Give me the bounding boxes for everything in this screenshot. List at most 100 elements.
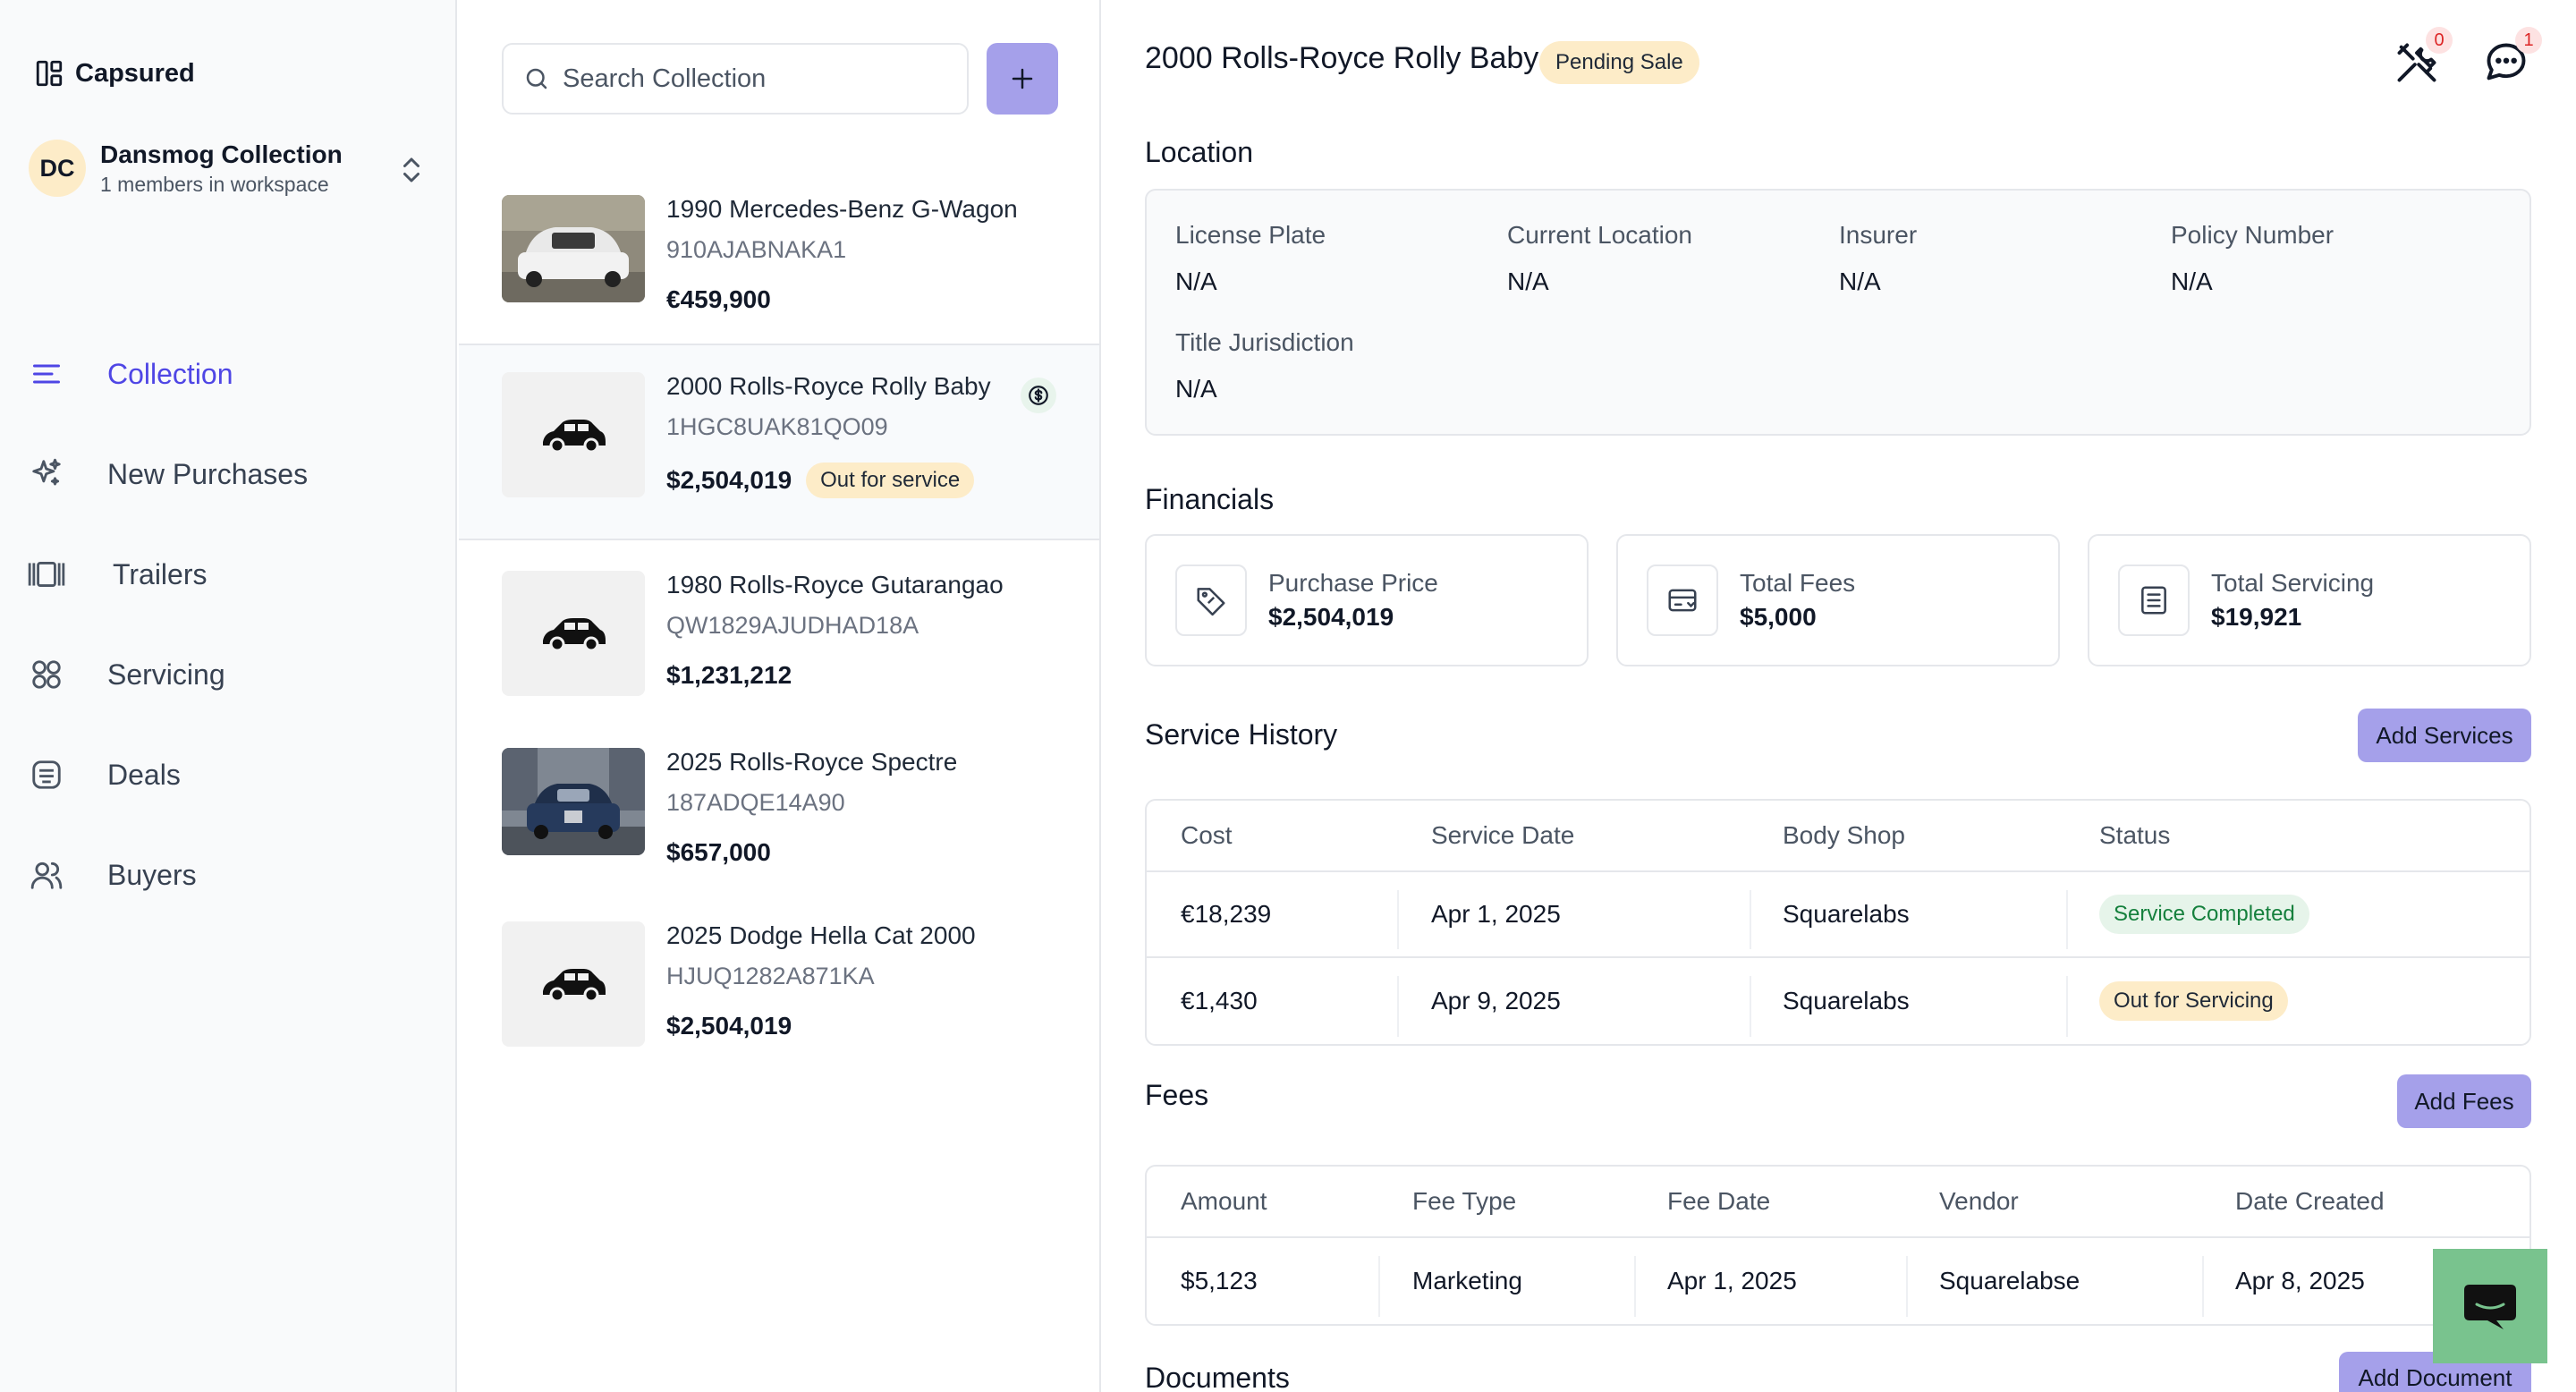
nav-label: Servicing bbox=[107, 658, 225, 691]
cost-cell: €1,430 bbox=[1181, 987, 1258, 1014]
avatar: DC bbox=[29, 140, 86, 197]
list-item-selected[interactable]: 2000 Rolls-Royce Rolly Baby 1HGC8UAK81QO… bbox=[459, 344, 1099, 540]
chevron-up-down-icon[interactable] bbox=[395, 152, 428, 188]
car-name: 1990 Mercedes-Benz G-Wagon bbox=[666, 195, 1018, 223]
plus-icon bbox=[1012, 68, 1033, 89]
cost-cell: €18,239 bbox=[1181, 900, 1272, 928]
field-value: N/A bbox=[1175, 375, 1217, 403]
document-list-icon bbox=[2118, 564, 2190, 636]
dollar-icon bbox=[1021, 378, 1056, 413]
brand[interactable]: Capsured bbox=[34, 55, 195, 91]
car-detail: 2000 Rolls-Royce Rolly Baby Pending Sale… bbox=[1103, 0, 2576, 1392]
column-header: Fee Type bbox=[1412, 1187, 1517, 1215]
add-fees-button[interactable]: Add Fees bbox=[2397, 1074, 2531, 1128]
column-divider bbox=[2066, 890, 2068, 949]
nav-item-deals[interactable]: Deals bbox=[27, 725, 429, 825]
field-value: N/A bbox=[1507, 267, 1549, 295]
fin-label: Purchase Price bbox=[1268, 569, 1438, 597]
status-badge: Service Completed bbox=[2099, 895, 2309, 934]
section-title-financials: Financials bbox=[1145, 483, 1275, 515]
chat-launcher-button[interactable] bbox=[2433, 1249, 2547, 1363]
tools-button[interactable]: 0 bbox=[2394, 27, 2453, 86]
column-header: Body Shop bbox=[1783, 821, 1905, 849]
buyers-icon bbox=[27, 855, 66, 895]
section-title-fees: Fees bbox=[1145, 1079, 1209, 1111]
brand-name: Capsured bbox=[75, 58, 195, 88]
list-item[interactable]: 2025 Rolls-Royce Spectre 187ADQE14A90 $6… bbox=[459, 730, 1099, 914]
table-header-row: Amount Fee Type Fee Date Vendor Date Cre… bbox=[1147, 1167, 2529, 1238]
column-divider bbox=[1906, 1256, 1908, 1317]
body-shop-cell: Squarelabs bbox=[1783, 987, 1910, 1014]
nav-label: New Purchases bbox=[107, 457, 309, 490]
car-placeholder-icon bbox=[502, 571, 645, 696]
purchase-price-card: Purchase Price $2,504,019 bbox=[1145, 534, 1589, 666]
field-label: License Plate bbox=[1175, 221, 1326, 249]
car-list: 1990 Mercedes-Benz G-Wagon 910AJABNAKA1 … bbox=[459, 150, 1099, 1093]
fin-value: $2,504,019 bbox=[1268, 603, 1394, 631]
column-divider bbox=[1750, 890, 1751, 949]
column-header: Vendor bbox=[1939, 1187, 2019, 1215]
current-location-field: Current Location N/A bbox=[1507, 221, 1692, 296]
service-date-cell: Apr 1, 2025 bbox=[1431, 900, 1561, 928]
price-tag-icon bbox=[1175, 564, 1247, 636]
body-shop-cell: Squarelabs bbox=[1783, 900, 1910, 928]
table-row[interactable]: €1,430 Apr 9, 2025 Squarelabs Out for Se… bbox=[1147, 958, 2529, 1044]
field-value: N/A bbox=[2171, 267, 2213, 295]
table-row[interactable]: $5,123 Marketing Apr 1, 2025 Squarelabse… bbox=[1147, 1238, 2529, 1324]
messages-button[interactable]: 1 bbox=[2483, 27, 2542, 86]
status-badge: Out for service bbox=[806, 463, 975, 498]
sidebar: Capsured DC Dansmog Collection 1 members… bbox=[0, 0, 457, 1392]
column-divider bbox=[2066, 976, 2068, 1037]
status-cell: Service Completed bbox=[2099, 872, 2309, 956]
field-label: Policy Number bbox=[2171, 221, 2334, 249]
card-icon bbox=[1647, 564, 1718, 636]
column-header: Fee Date bbox=[1667, 1187, 1771, 1215]
nav-item-new-purchases[interactable]: New Purchases bbox=[27, 424, 429, 524]
field-label: Insurer bbox=[1839, 221, 1918, 249]
section-title-service-history: Service History bbox=[1145, 718, 1338, 751]
nav-label: Collection bbox=[107, 357, 233, 390]
list-item[interactable]: 2025 Dodge Hella Cat 2000 HJUQ1282A871KA… bbox=[459, 914, 1099, 1093]
tools-count-badge: 0 bbox=[2426, 27, 2453, 54]
search-icon bbox=[526, 68, 547, 89]
nav-item-collection[interactable]: Collection bbox=[27, 324, 429, 424]
car-placeholder-icon bbox=[502, 921, 645, 1047]
status-badge: Pending Sale bbox=[1539, 41, 1699, 84]
nav-item-servicing[interactable]: Servicing bbox=[27, 624, 429, 725]
list-item[interactable]: 1990 Mercedes-Benz G-Wagon 910AJABNAKA1 … bbox=[459, 150, 1099, 344]
date-created-cell: Apr 8, 2025 bbox=[2235, 1267, 2365, 1294]
car-vin: QW1829AJUDHAD18A bbox=[666, 612, 919, 639]
vendor-cell: Squarelabse bbox=[1939, 1267, 2080, 1294]
column-header: Cost bbox=[1181, 821, 1233, 849]
list-icon bbox=[27, 354, 66, 394]
car-vin: 910AJABNAKA1 bbox=[666, 236, 847, 263]
nav-label: Buyers bbox=[107, 858, 197, 891]
nav-item-buyers[interactable]: Buyers bbox=[27, 825, 429, 925]
fee-type-cell: Marketing bbox=[1412, 1267, 1522, 1294]
policy-number-field: Policy Number N/A bbox=[2171, 221, 2334, 296]
car-vin: 1HGC8UAK81QO09 bbox=[666, 413, 888, 440]
column-divider bbox=[2202, 1256, 2204, 1317]
car-price: $657,000 bbox=[666, 838, 771, 866]
search-input[interactable] bbox=[563, 64, 956, 94]
messages-count-badge: 1 bbox=[2515, 27, 2542, 54]
add-car-button[interactable] bbox=[987, 43, 1058, 115]
list-item[interactable]: 1980 Rolls-Royce Gutarangao QW1829AJUDHA… bbox=[459, 540, 1099, 730]
column-header: Service Date bbox=[1431, 821, 1575, 849]
car-price: $1,231,212 bbox=[666, 661, 792, 689]
service-history-table: Cost Service Date Body Shop Status €18,2… bbox=[1145, 799, 2531, 1046]
total-servicing-card: Total Servicing $19,921 bbox=[2088, 534, 2531, 666]
nav-label: Deals bbox=[107, 758, 181, 791]
search-box[interactable] bbox=[502, 43, 969, 115]
car-price: €459,900 bbox=[666, 285, 771, 313]
table-row[interactable]: €18,239 Apr 1, 2025 Squarelabs Service C… bbox=[1147, 872, 2529, 958]
add-services-button[interactable]: Add Services bbox=[2358, 709, 2531, 762]
fin-label: Total Servicing bbox=[2211, 569, 2375, 597]
fin-label: Total Fees bbox=[1740, 569, 1856, 597]
service-date-cell: Apr 9, 2025 bbox=[1431, 987, 1561, 1014]
column-header: Status bbox=[2099, 821, 2171, 849]
nav-item-trailers[interactable]: Trailers bbox=[27, 524, 429, 624]
workspace-switcher[interactable]: DC Dansmog Collection 1 members in works… bbox=[29, 138, 428, 199]
trailer-icon bbox=[27, 555, 66, 594]
workspace-name: Dansmog Collection bbox=[100, 140, 343, 168]
